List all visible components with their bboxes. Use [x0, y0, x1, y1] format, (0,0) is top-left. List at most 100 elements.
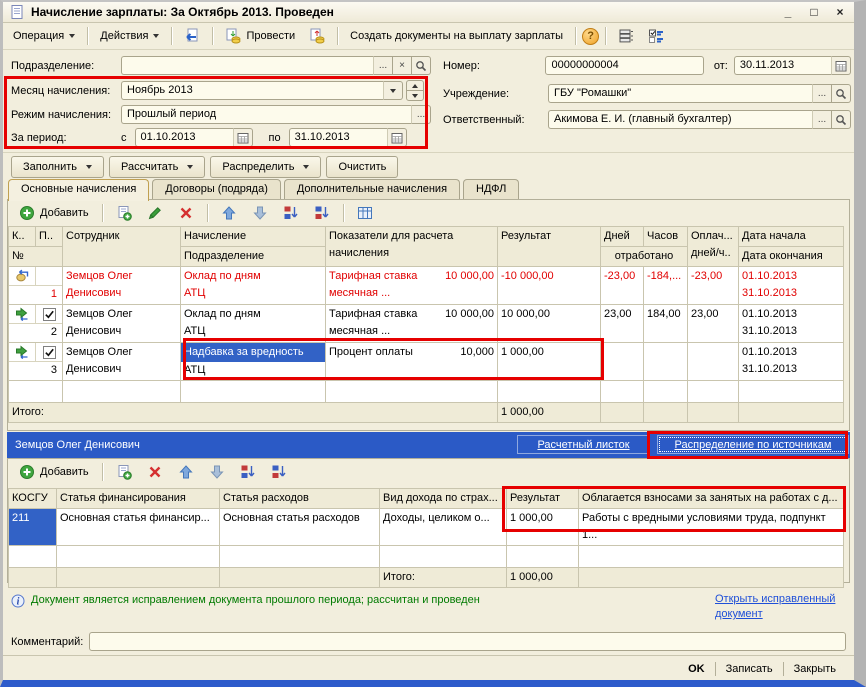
- cell-indicators[interactable]: Тарифная ставка месячная ...10 000,00: [326, 267, 498, 305]
- row-checkbox-checked[interactable]: [43, 308, 56, 321]
- clear-button[interactable]: Очистить: [326, 156, 398, 178]
- sort-asc-button[interactable]: [277, 203, 305, 223]
- sort-asc-button[interactable]: [234, 462, 262, 482]
- col-header-employee[interactable]: Сотрудник: [63, 227, 181, 267]
- table-row[interactable]: 2 Земцов Олег Денисович Оклад по днямАТЦ…: [9, 305, 844, 343]
- cell-taxation[interactable]: Работы с вредными условиями труда, подпу…: [579, 509, 844, 546]
- col-header-date-start[interactable]: Дата начала: [739, 227, 844, 247]
- close-form-button[interactable]: Закрыть: [784, 663, 846, 675]
- col-header-kosgu[interactable]: КОСГУ: [9, 489, 57, 509]
- cell-indicators[interactable]: Тарифная ставка месячная ...10 000,00: [326, 305, 498, 343]
- tab-ndfl[interactable]: НДФЛ: [463, 179, 519, 200]
- institution-open-button[interactable]: [832, 84, 851, 103]
- cell-dates[interactable]: 01.10.201331.10.2013: [739, 305, 844, 343]
- cell-days[interactable]: -23,00: [601, 267, 644, 305]
- ok-button[interactable]: OK: [678, 663, 715, 675]
- open-corrected-document-link[interactable]: Открыть исправленный документ: [715, 592, 853, 622]
- month-dropdown-button[interactable]: [384, 81, 403, 100]
- cell-result[interactable]: 1 000,00: [507, 509, 579, 546]
- save-button[interactable]: Записать: [716, 663, 783, 675]
- move-up-button[interactable]: [172, 462, 200, 482]
- col-header-worked[interactable]: отработано: [601, 247, 688, 267]
- cell-accrual[interactable]: Оклад по днямАТЦ: [181, 267, 326, 305]
- cell-days[interactable]: 23,00: [601, 305, 644, 343]
- col-header-paid[interactable]: Оплач... дней/ч..: [688, 227, 739, 267]
- close-button[interactable]: ×: [832, 5, 848, 19]
- move-down-button[interactable]: [246, 203, 274, 223]
- col-header-taxation[interactable]: Облагается взносами за занятых на работа…: [579, 489, 844, 509]
- comment-input[interactable]: [89, 632, 846, 651]
- cell-employee[interactable]: Земцов Олег Денисович: [63, 305, 181, 343]
- cell-hours[interactable]: -184,...: [644, 267, 688, 305]
- row-checkbox-checked[interactable]: [43, 346, 56, 359]
- cell-result[interactable]: 10 000,00: [498, 305, 601, 343]
- table-row[interactable]: 1 Земцов Олег Денисович Оклад по днямАТЦ…: [9, 267, 844, 305]
- selected-cell[interactable]: Надбавка за вредность: [181, 343, 325, 362]
- cell-hours[interactable]: 184,00: [644, 305, 688, 343]
- actions-menu[interactable]: Действия: [94, 28, 165, 44]
- cell-expense[interactable]: Основная статья расходов: [220, 509, 380, 546]
- col-header-hours[interactable]: Часов: [644, 227, 688, 247]
- doc-date-calendar-button[interactable]: [832, 56, 851, 75]
- cell-paid[interactable]: -23,00: [688, 267, 739, 305]
- edit-row-button[interactable]: [141, 203, 169, 223]
- period-from-input[interactable]: 01.10.2013: [135, 128, 234, 147]
- distribute-button[interactable]: Распределить: [210, 156, 321, 178]
- maximize-button[interactable]: □: [806, 5, 822, 19]
- month-spinner[interactable]: [406, 80, 424, 101]
- cell-paid[interactable]: 23,00: [688, 305, 739, 343]
- month-input[interactable]: Ноябрь 2013: [121, 81, 384, 100]
- col-header-indicators[interactable]: Показатели для расчета начисления: [326, 227, 498, 267]
- cell-dates[interactable]: 01.10.201331.10.2013: [739, 267, 844, 305]
- cell-employee[interactable]: Земцов Олег Денисович: [63, 267, 181, 305]
- cell-indicators[interactable]: Процент оплаты10,000: [326, 343, 498, 381]
- col-header-result[interactable]: Результат: [498, 227, 601, 267]
- add-row-button[interactable]: Добавить: [13, 462, 95, 482]
- payslip-link[interactable]: Расчетный листок: [517, 435, 650, 454]
- create-payout-docs-button[interactable]: Создать документы на выплату зарплаты: [344, 28, 569, 44]
- reread-button[interactable]: [178, 26, 206, 46]
- visibility-settings-button[interactable]: [642, 26, 670, 46]
- tab-contracts[interactable]: Договоры (подряда): [152, 179, 281, 200]
- unpost-button[interactable]: [303, 26, 331, 46]
- institution-select-button[interactable]: ...: [813, 84, 832, 103]
- mode-select-button[interactable]: ...: [412, 105, 431, 124]
- help-icon[interactable]: ?: [582, 28, 599, 45]
- col-header-checkbox[interactable]: П..: [36, 227, 63, 247]
- fill-button[interactable]: Заполнить: [11, 156, 104, 178]
- move-down-button[interactable]: [203, 462, 231, 482]
- col-header-date-end[interactable]: Дата окончания: [739, 247, 844, 267]
- tab-main-accruals[interactable]: Основные начисления: [8, 179, 149, 201]
- period-to-input[interactable]: 31.10.2013: [289, 128, 388, 147]
- copy-row-button[interactable]: [110, 462, 138, 482]
- table-settings-button[interactable]: [351, 203, 379, 223]
- operation-menu[interactable]: Операция: [7, 28, 81, 44]
- col-header-department[interactable]: Подразделение: [181, 247, 326, 267]
- calculate-button[interactable]: Рассчитать: [109, 156, 205, 178]
- cell-accrual[interactable]: Надбавка за вредностьАТЦ: [181, 343, 326, 381]
- doc-date-input[interactable]: 30.11.2013: [734, 56, 832, 75]
- department-input[interactable]: [121, 56, 374, 75]
- add-row-button[interactable]: Добавить: [13, 203, 95, 223]
- delete-row-button[interactable]: [172, 203, 200, 223]
- delete-row-button[interactable]: [141, 462, 169, 482]
- post-button[interactable]: Провести: [219, 26, 301, 46]
- move-up-button[interactable]: [215, 203, 243, 223]
- cell-result[interactable]: 1 000,00: [498, 343, 601, 381]
- period-to-calendar-button[interactable]: [388, 128, 407, 147]
- sort-desc-button[interactable]: [308, 203, 336, 223]
- responsible-input[interactable]: Акимова Е. И. (главный бухгалтер): [548, 110, 813, 129]
- cell-result[interactable]: -10 000,00: [498, 267, 601, 305]
- cell-paid[interactable]: [688, 343, 739, 381]
- minimize-button[interactable]: _: [780, 5, 796, 19]
- table-row[interactable]: 3 Земцов Олег Денисович Надбавка за вред…: [9, 343, 844, 381]
- cell-employee[interactable]: Земцов Олег Денисович: [63, 343, 181, 381]
- col-header-expense[interactable]: Статья расходов: [220, 489, 380, 509]
- table-row[interactable]: 211 Основная статья финансир... Основная…: [9, 509, 844, 546]
- department-clear-button[interactable]: ×: [393, 56, 412, 75]
- sources-distribution-link[interactable]: Распределение по источникам: [657, 435, 849, 454]
- copy-row-button[interactable]: [110, 203, 138, 223]
- department-open-button[interactable]: [412, 56, 431, 75]
- number-input[interactable]: 00000000004: [545, 56, 703, 75]
- responsible-select-button[interactable]: ...: [813, 110, 832, 129]
